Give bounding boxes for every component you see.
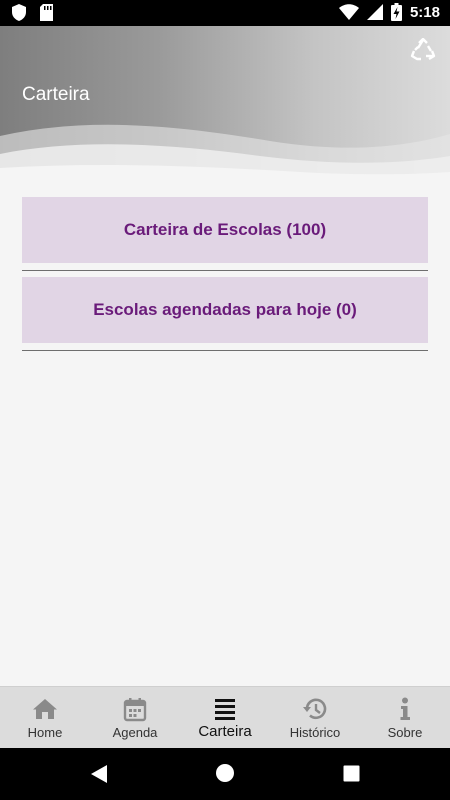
page-title: Carteira (22, 84, 90, 105)
history-icon (303, 698, 327, 720)
nav-label-home: Home (27, 725, 63, 740)
bottom-navigation: Home Agenda Carteira Histórico Sobre (0, 686, 450, 749)
wifi-icon (338, 4, 359, 20)
home-circle-icon[interactable] (215, 763, 235, 783)
info-icon (400, 697, 410, 720)
back-icon[interactable] (90, 764, 108, 784)
schools-wallet-label: Carteira de Escolas (100) (123, 220, 327, 239)
status-bar: 5:18 (0, 0, 450, 26)
calendar-icon (123, 698, 147, 722)
nav-label-historico: Histórico (289, 725, 341, 740)
status-time: 5:18 (409, 3, 440, 21)
nav-item-sobre[interactable]: Sobre (360, 687, 450, 749)
nav-label-agenda: Agenda (112, 725, 158, 740)
divider (22, 350, 428, 351)
signal-icon (366, 4, 383, 20)
divider (22, 270, 428, 271)
wallet-list: Carteira de Escolas (100) Escolas agenda… (22, 197, 428, 357)
nav-item-carteira[interactable]: Carteira (180, 687, 270, 749)
nav-item-agenda[interactable]: Agenda (90, 687, 180, 749)
nav-label-sobre: Sobre (387, 725, 423, 740)
scheduled-schools-today-button[interactable]: Escolas agendadas para hoje (0) (22, 277, 428, 343)
app-header: Carteira (0, 26, 450, 186)
header-wave-decoration (0, 124, 450, 186)
battery-charging-icon (390, 3, 402, 21)
recents-icon[interactable] (343, 765, 360, 782)
nav-item-home[interactable]: Home (0, 687, 90, 749)
list-icon (215, 699, 235, 720)
system-navigation-bar (0, 748, 450, 800)
home-icon (33, 699, 57, 719)
nav-item-historico[interactable]: Histórico (270, 687, 360, 749)
nav-label-carteira: Carteira (198, 723, 252, 740)
sd-card-icon (40, 4, 53, 21)
recycle-icon[interactable] (410, 38, 436, 64)
shield-icon (12, 4, 26, 21)
schools-wallet-button[interactable]: Carteira de Escolas (100) (22, 197, 428, 263)
scheduled-schools-today-label: Escolas agendadas para hoje (0) (93, 300, 357, 319)
